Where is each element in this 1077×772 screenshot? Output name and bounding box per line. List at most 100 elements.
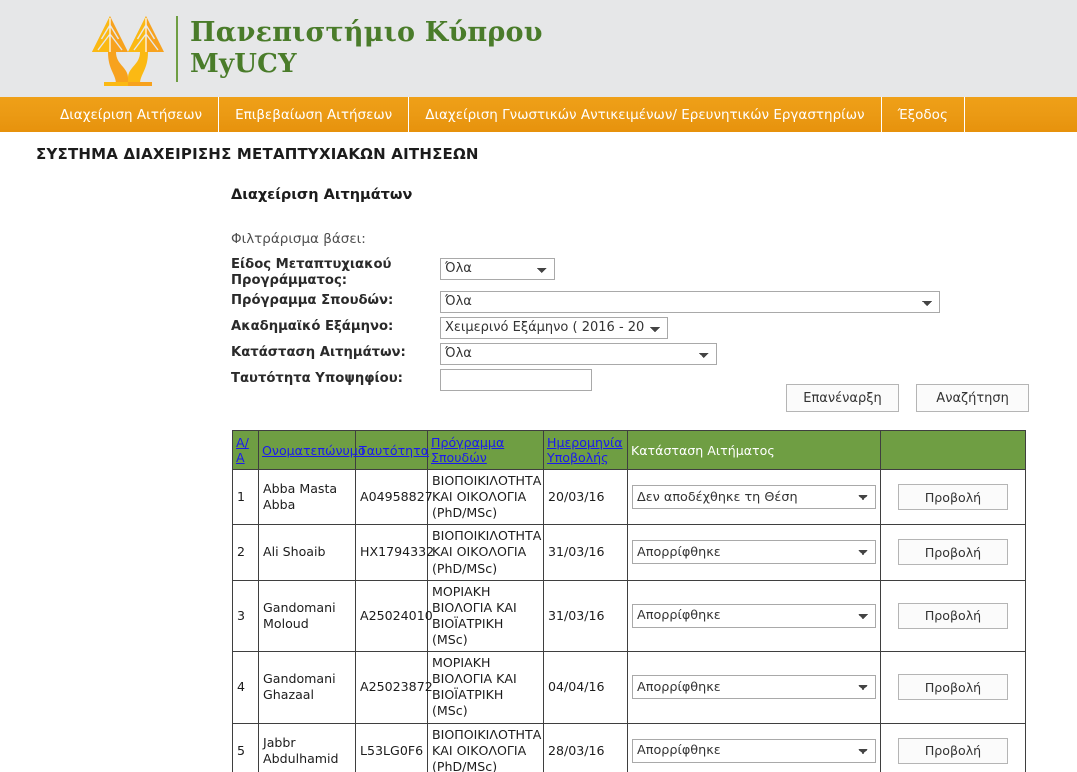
search-button[interactable]: Αναζήτηση (916, 384, 1030, 412)
cell-actions: Προβολή (880, 579, 1026, 653)
view-button[interactable]: Προβολή (898, 737, 1008, 764)
label-semester: Ακαδημαϊκό Εξάμηνο: (231, 319, 394, 334)
col-header-submission-date[interactable]: Ημερομηνία Υποβολής (543, 430, 628, 470)
select-row-status[interactable]: Δεν αποδέχθηκε τη Θέση (632, 485, 876, 510)
view-button[interactable]: Προβολή (898, 674, 1008, 701)
filter-actions: Επανέναρξη Αναζήτηση (786, 384, 1030, 412)
cell-id: A04958827 (355, 468, 433, 526)
cell-status: Απορρίφθηκε (627, 524, 881, 581)
cell-actions: Προβολή (880, 651, 1026, 724)
select-request-status[interactable]: Όλα (440, 342, 717, 365)
nav-label: Επιβεβαίωση Αιτήσεων (235, 106, 393, 123)
brand-title: Πανεπιστήμιο Κύπρου MyUCY (190, 17, 543, 80)
cell-program: ΜΟΡΙΑΚΗ ΒΙΟΛΟΓΙΑ ΚΑΙ ΒΙΟΪΑΤΡΙΚΗ (MSc) (427, 579, 544, 653)
sort-link-fullname[interactable]: Ονοματεπώνυμο (262, 443, 366, 458)
cell-program: ΜΟΡΙΑΚΗ ΒΙΟΛΟΓΙΑ ΚΑΙ ΒΙΟΪΑΤΡΙΚΗ (MSc) (427, 651, 544, 724)
cell-fullname: Abba Masta Abba (258, 468, 356, 526)
cell-status: Απορρίφθηκε (627, 651, 881, 724)
col-header-id[interactable]: Ταυτότητα (355, 430, 429, 470)
label-study-program: Πρόγραμμα Σπουδών: (231, 293, 394, 308)
results-table: Α/Α Ονοματεπώνυμο Ταυτότητα Πρόγραμμα Σπ… (232, 430, 1026, 772)
cell-index: 5 (232, 722, 259, 772)
main-navigation: Διαχείριση Αιτήσεων Επιβεβαίωση Αιτήσεων… (0, 97, 1077, 132)
sort-link-id[interactable]: Ταυτότητα (359, 443, 429, 458)
cell-index: 2 (232, 524, 259, 581)
cell-status: Δεν αποδέχθηκε τη Θέση (627, 468, 881, 526)
label-program-type: Είδος Μεταπτυχιακού Προγράμματος: (231, 257, 436, 289)
cell-program: ΒΙΟΠΟΙΚΙΛΟΤΗΤΑ ΚΑΙ ΟΙΚΟΛΟΓΙΑ (PhD/MSc) (427, 468, 544, 526)
section-title: Διαχείριση Αιτημάτων (231, 187, 413, 203)
col-header-fullname[interactable]: Ονοματεπώνυμο (258, 430, 366, 470)
logo-divider (176, 16, 178, 82)
cell-program: ΒΙΟΠΟΙΚΙΛΟΤΗΤΑ ΚΑΙ ΟΙΚΟΛΟΓΙΑ (PhD/MSc) (427, 524, 544, 581)
view-button[interactable]: Προβολή (898, 484, 1008, 511)
nav-item-manage-subjects-labs[interactable]: Διαχείριση Γνωστικών Αντικειμένων/ Ερευν… (409, 97, 882, 132)
label-program-type-line2: Προγράμματος: (231, 273, 348, 289)
filter-heading: Φιλτράρισμα βάσει: (231, 231, 366, 247)
reset-button[interactable]: Επανέναρξη (786, 384, 899, 412)
label-program-type-line1: Είδος Μεταπτυχιακού (231, 257, 392, 272)
cell-actions: Προβολή (880, 468, 1026, 526)
cell-fullname: Jabbr Abdulhamid (258, 722, 356, 772)
col-header-actions (880, 430, 1026, 470)
cell-index: 1 (232, 468, 259, 526)
cell-actions: Προβολή (880, 524, 1026, 581)
table-row: 2 Ali Shoaib HX1794332 ΒΙΟΠΟΙΚΙΛΟΤΗΤΑ ΚΑ… (232, 524, 1026, 581)
view-button[interactable]: Προβολή (898, 539, 1008, 566)
site-header: Πανεπιστήμιο Κύπρου MyUCY (0, 0, 1077, 97)
cell-index: 3 (232, 579, 259, 653)
cell-program: ΒΙΟΠΟΙΚΙΛΟΤΗΤΑ ΚΑΙ ΟΙΚΟΛΟΓΙΑ (PhD/MSc) (427, 722, 544, 772)
cell-id: HX1794332 (355, 524, 434, 581)
cell-actions: Προβολή (880, 722, 1026, 772)
brand-line-myucy: MyUCY (190, 48, 297, 79)
cell-date: 31/03/16 (543, 579, 628, 653)
cell-date: 28/03/16 (543, 722, 628, 772)
cell-id: A25023872 (355, 651, 433, 724)
cell-date: 20/03/16 (543, 468, 628, 526)
table-row: 3 Gandomani Moloud A25024010 ΜΟΡΙΑΚΗ ΒΙΟ… (232, 579, 1026, 653)
label-candidate-id: Ταυτότητα Υποψηφίου: (231, 371, 403, 386)
nav-label: Διαχείριση Αιτήσεων (60, 106, 203, 123)
sort-link-index[interactable]: Α/Α (236, 435, 249, 465)
ucy-tree-logo (84, 12, 172, 86)
table-row: 5 Jabbr Abdulhamid L53LG0F6 ΒΙΟΠΟΙΚΙΛΟΤΗ… (232, 722, 1026, 772)
select-study-program[interactable]: Όλα (440, 290, 940, 313)
cell-status: Απορρίφθηκε (627, 722, 881, 772)
brand-line-university: Πανεπιστήμιο Κύπρου (190, 17, 543, 48)
nav-item-logout[interactable]: Έξοδος (882, 97, 965, 132)
cell-date: 31/03/16 (543, 524, 628, 581)
sort-link-submission-date[interactable]: Ημερομηνία Υποβολής (547, 435, 623, 465)
nav-item-confirm-applications[interactable]: Επιβεβαίωση Αιτήσεων (219, 97, 410, 132)
table-header-row: Α/Α Ονοματεπώνυμο Ταυτότητα Πρόγραμμα Σπ… (232, 430, 1026, 470)
col-header-program[interactable]: Πρόγραμμα Σπουδών (427, 430, 544, 470)
cell-status: Απορρίφθηκε (627, 579, 881, 653)
cell-date: 04/04/16 (543, 651, 628, 724)
cell-fullname: Gandomani Moloud (258, 579, 356, 653)
select-row-status[interactable]: Απορρίφθηκε (632, 675, 876, 700)
nav-label: Έξοδος (897, 106, 948, 123)
col-header-request-status: Κατάσταση Αιτήματος (627, 430, 881, 470)
select-row-status[interactable]: Απορρίφθηκε (632, 738, 876, 763)
nav-label: Διαχείριση Γνωστικών Αντικειμένων/ Ερευν… (425, 106, 865, 123)
cell-fullname: Ali Shoaib (258, 524, 356, 581)
cell-id: L53LG0F6 (355, 722, 428, 772)
cell-id: A25024010 (355, 579, 433, 653)
input-candidate-id[interactable] (440, 368, 592, 391)
select-program-type[interactable]: Όλα (440, 257, 555, 280)
col-header-index[interactable]: Α/Α (232, 430, 259, 470)
nav-item-manage-applications[interactable]: Διαχείριση Αιτήσεων (43, 97, 220, 132)
select-row-status[interactable]: Απορρίφθηκε (632, 603, 876, 628)
cell-fullname: Gandomani Ghazaal (258, 651, 356, 724)
select-semester[interactable]: Χειμερινό Εξάμηνο ( 2016 - 2017) (440, 316, 668, 339)
select-row-status[interactable]: Απορρίφθηκε (632, 540, 876, 565)
cell-index: 4 (232, 651, 259, 724)
label-request-status: Κατάσταση Αιτημάτων: (231, 345, 406, 360)
results-table-container: Α/Α Ονοματεπώνυμο Ταυτότητα Πρόγραμμα Σπ… (232, 430, 1026, 772)
view-button[interactable]: Προβολή (898, 602, 1008, 629)
page-title: ΣΥΣΤΗΜΑ ΔΙΑΧΕΙΡΙΣΗΣ ΜΕΤΑΠΤΥΧΙΑΚΩΝ ΑΙΤΗΣΕ… (36, 145, 479, 163)
table-row: 4 Gandomani Ghazaal A25023872 ΜΟΡΙΑΚΗ ΒΙ… (232, 651, 1026, 724)
col-header-request-status-label: Κατάσταση Αιτήματος (631, 442, 775, 458)
sort-link-program[interactable]: Πρόγραμμα Σπουδών (431, 435, 504, 465)
table-row: 1 Abba Masta Abba A04958827 ΒΙΟΠΟΙΚΙΛΟΤΗ… (232, 468, 1026, 526)
